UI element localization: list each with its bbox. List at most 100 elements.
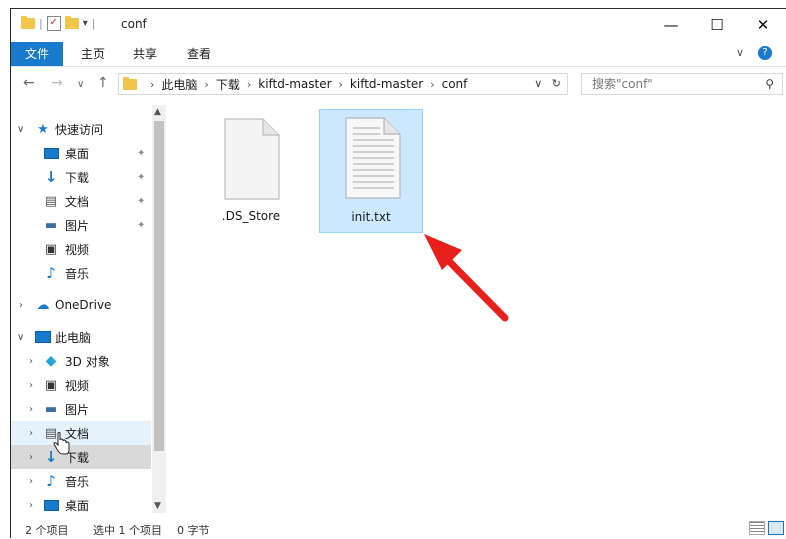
address-bar[interactable]: › 此电脑 › 下载 › kiftd-master › kiftd-master… [118, 73, 568, 95]
ribbon-controls: ∨ ? [736, 46, 772, 60]
chevron-right-icon[interactable]: › [29, 476, 33, 487]
chevron-right-icon[interactable]: › [19, 300, 23, 311]
file-item-init-txt[interactable]: init.txt [319, 109, 423, 233]
nav-label: 图片 [65, 218, 90, 233]
nav-label: 桌面 [65, 146, 90, 161]
close-button[interactable]: ✕ [740, 9, 786, 41]
folder-icon [123, 76, 137, 90]
search-input[interactable]: 搜索"conf" ⚲ [581, 73, 783, 95]
picture-icon: ▬ [44, 217, 58, 233]
nav-this-pc[interactable]: ∨ 此电脑 [11, 325, 151, 349]
file-name: .DS_Store [221, 209, 281, 223]
desktop-icon [43, 145, 59, 161]
properties-icon[interactable]: ✓ [46, 16, 61, 31]
breadcrumb-downloads[interactable]: 下载 [216, 76, 240, 93]
pin-icon: ✦ [137, 219, 146, 231]
nav-onedrive[interactable]: › ☁ OneDrive [11, 293, 151, 317]
scroll-thumb[interactable] [154, 121, 164, 451]
blank-file-icon [224, 118, 280, 200]
text-file-icon [345, 117, 401, 199]
window-title: conf [121, 17, 147, 31]
nav-scrollbar[interactable]: ▲ ▼ [152, 105, 166, 513]
scroll-down-icon[interactable]: ▼ [154, 501, 161, 511]
nav-item-pc-videos[interactable]: › ▣ 视频 [11, 373, 151, 397]
nav-label: 快速访问 [55, 122, 104, 137]
tab-view[interactable]: 查看 [177, 42, 221, 66]
nav-item-pc-downloads[interactable]: › ↓ 下载 [11, 445, 151, 469]
breadcrumb-conf[interactable]: conf [442, 77, 468, 91]
nav-item-videos[interactable]: ▣ 视频 [11, 237, 151, 261]
large-icons-view-icon[interactable] [768, 521, 784, 535]
video-icon: ▣ [44, 241, 58, 257]
nav-item-pc-desktop[interactable]: › 桌面 [11, 493, 151, 517]
nav-item-documents[interactable]: ▤ 文档 ✦ [11, 189, 151, 213]
item-count: 2 个项目 [25, 524, 69, 537]
maximize-button[interactable]: ☐ [694, 9, 740, 41]
nav-item-pc-pictures[interactable]: › ▬ 图片 [11, 397, 151, 421]
file-item-ds-store[interactable]: .DS_Store [199, 111, 303, 231]
up-arrow-icon[interactable]: ↑ [97, 75, 109, 91]
chevron-right-icon[interactable]: › [29, 404, 33, 415]
address-dropdown-icon[interactable]: ∨ [534, 77, 542, 90]
help-icon[interactable]: ? [758, 46, 772, 60]
chevron-right-icon[interactable]: › [150, 78, 154, 91]
search-placeholder: 搜索"conf" [592, 77, 653, 91]
nav-item-desktop[interactable]: 桌面 ✦ [11, 141, 151, 165]
nav-item-downloads[interactable]: ↓ 下载 ✦ [11, 165, 151, 189]
file-list: .DS_Store init.txt [169, 105, 783, 515]
nav-item-pictures[interactable]: ▬ 图片 ✦ [11, 213, 151, 237]
navigation-pane: ∨ ★ 快速访问 桌面 ✦ ↓ 下载 ✦ ▤ 文档 ✦ ▬ 图片 ✦ ▣ 视频 [11, 105, 156, 515]
download-arrow-icon: ↓ [44, 168, 58, 186]
recent-locations-icon[interactable]: ∨ [77, 79, 84, 90]
breadcrumb-this-pc[interactable]: 此电脑 [161, 76, 197, 93]
explorer-window: | ✓ ▾ | conf — ☐ ✕ 文件 主页 共享 查看 ∨ ? ← → ∨… [10, 8, 786, 538]
nav-item-3d-objects[interactable]: › ◆ 3D 对象 [11, 349, 151, 373]
tab-home[interactable]: 主页 [71, 42, 115, 66]
tab-file[interactable]: 文件 [11, 42, 63, 66]
document-icon: ▤ [44, 193, 58, 209]
breadcrumb-kiftd-master-1[interactable]: kiftd-master [258, 77, 331, 91]
selection-size: 0 字节 [177, 524, 210, 537]
window-controls: — ☐ ✕ [648, 9, 786, 41]
scroll-up-icon[interactable]: ▲ [154, 107, 161, 117]
refresh-icon[interactable]: ↻ [552, 77, 561, 90]
quick-access-toolbar: | ✓ ▾ | [21, 16, 95, 31]
forward-arrow-icon[interactable]: → [51, 75, 63, 91]
nav-label: 音乐 [65, 474, 90, 489]
minimize-button[interactable]: — [648, 9, 694, 41]
title-bar: | ✓ ▾ | conf — ☐ ✕ [11, 9, 786, 41]
chevron-down-icon[interactable]: ∨ [17, 332, 24, 343]
nav-label: 音乐 [65, 266, 90, 281]
chevron-right-icon[interactable]: › [29, 452, 33, 463]
chevron-right-icon[interactable]: › [430, 78, 434, 91]
pin-icon: ✦ [137, 171, 146, 183]
chevron-right-icon[interactable]: › [29, 356, 33, 367]
nav-item-pc-music[interactable]: › ♪ 音乐 [11, 469, 151, 493]
chevron-down-icon[interactable]: ∨ [17, 124, 24, 135]
chevron-right-icon[interactable]: › [247, 78, 251, 91]
video-icon: ▣ [44, 377, 58, 393]
music-note-icon: ♪ [46, 264, 56, 282]
nav-item-pc-documents[interactable]: › ▤ 文档 [11, 421, 151, 445]
tab-share[interactable]: 共享 [123, 42, 167, 66]
nav-quick-access[interactable]: ∨ ★ 快速访问 [11, 117, 151, 141]
chevron-right-icon[interactable]: › [204, 78, 208, 91]
hand-cursor-icon [53, 432, 70, 455]
chevron-right-icon[interactable]: › [29, 500, 33, 511]
desktop-icon [43, 497, 59, 513]
chevron-right-icon[interactable]: › [29, 428, 33, 439]
nav-label: 桌面 [65, 498, 90, 513]
file-name: init.txt [351, 210, 391, 224]
chevron-right-icon[interactable]: › [339, 78, 343, 91]
customize-toolbar-icon[interactable]: ▾ [83, 18, 88, 29]
back-arrow-icon[interactable]: ← [23, 75, 35, 91]
search-icon[interactable]: ⚲ [765, 74, 774, 94]
expand-ribbon-icon[interactable]: ∨ [736, 46, 744, 60]
breadcrumb-kiftd-master-2[interactable]: kiftd-master [350, 77, 423, 91]
new-folder-icon[interactable] [64, 16, 79, 29]
details-view-icon[interactable] [749, 521, 765, 535]
nav-item-music[interactable]: ♪ 音乐 [11, 261, 151, 285]
chevron-right-icon[interactable]: › [29, 380, 33, 391]
cloud-icon: ☁ [36, 297, 50, 313]
nav-label: 下载 [65, 170, 90, 185]
